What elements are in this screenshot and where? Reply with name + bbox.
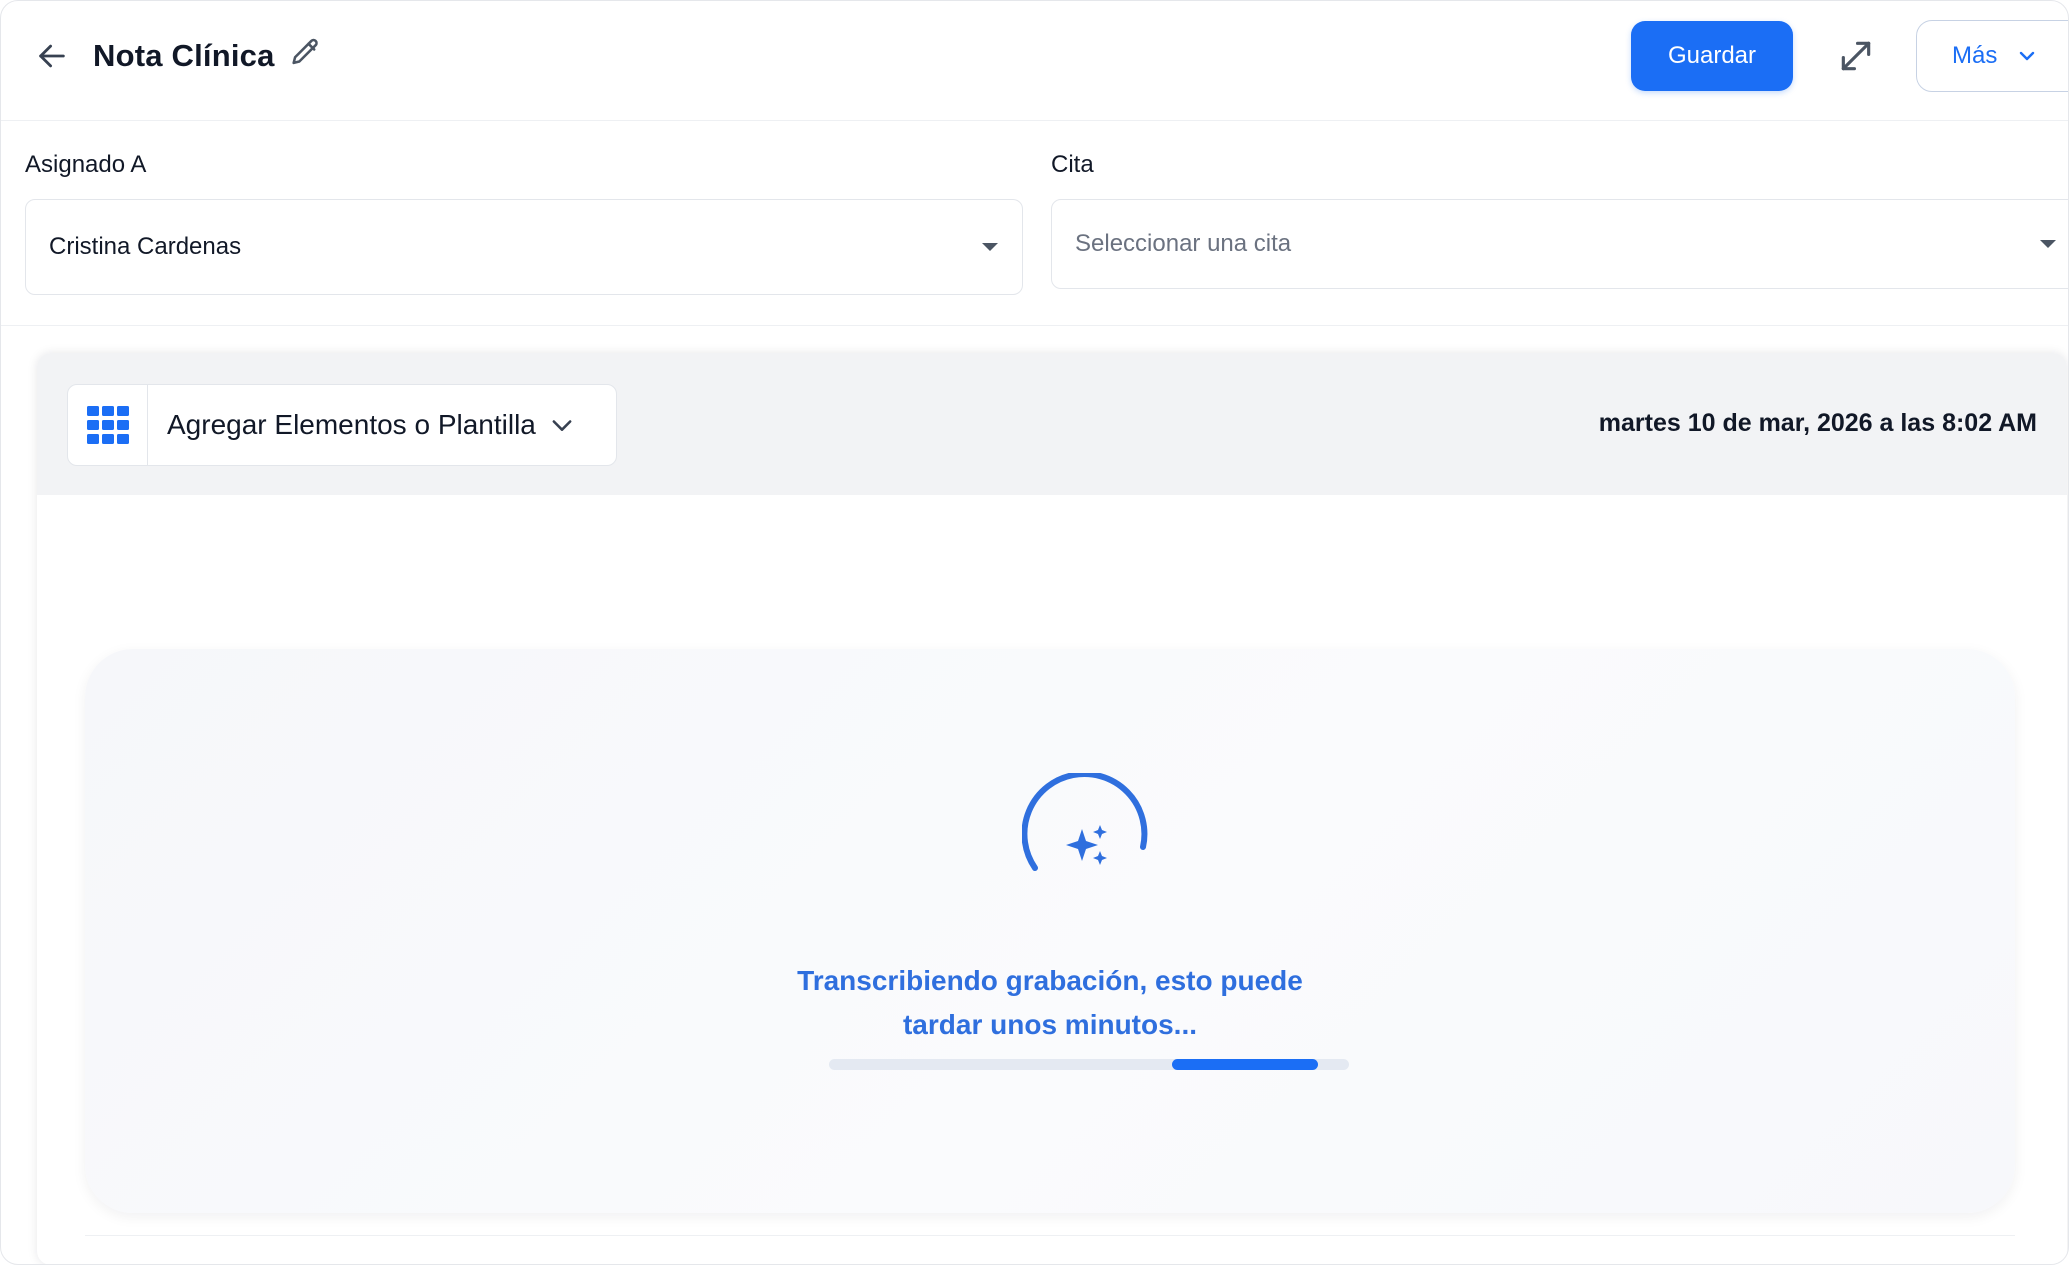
app-window: Nota Clínica Guardar Más Asignado A Cris…: [0, 0, 2069, 1265]
caret-down-icon: [982, 243, 998, 251]
appointment-placeholder: Seleccionar una cita: [1075, 230, 1292, 257]
progress-fill: [1172, 1059, 1318, 1070]
note-header: Nota Clínica Guardar Más: [1, 1, 2068, 121]
chevron-down-icon: [552, 420, 572, 431]
note-timestamp: martes 10 de mar, 2026 a las 8:02 AM: [1598, 409, 2037, 437]
note-editor: Agregar Elementos o Plantilla martes 10 …: [37, 353, 2067, 1264]
loading-spinner-icon: [1022, 773, 1148, 871]
editor-toolbar: Agregar Elementos o Plantilla martes 10 …: [37, 353, 2067, 495]
divider: [85, 1235, 2015, 1236]
pencil-icon: [292, 38, 318, 65]
arrow-left-icon: [39, 44, 65, 68]
appointment-select[interactable]: Seleccionar una cita: [1051, 199, 2068, 289]
transcription-panel: Transcribiendo grabación, esto puede tar…: [85, 649, 2015, 1213]
assigned-value: Cristina Cardenas: [49, 233, 242, 260]
template-control: Agregar Elementos o Plantilla: [67, 384, 617, 466]
assigned-select[interactable]: Cristina Cardenas: [25, 199, 1023, 295]
template-dropdown-label: Agregar Elementos o Plantilla: [167, 409, 536, 440]
more-button[interactable]: Más: [1916, 20, 2068, 92]
more-label: Más: [1952, 42, 1998, 69]
transcription-progress-bar: [829, 1059, 1349, 1070]
transcription-status: Transcribiendo grabación, esto puede tar…: [750, 959, 1350, 1047]
status-line-1: Transcribiendo grabación, esto puede: [797, 965, 1303, 996]
assigned-label: Asignado A: [25, 151, 147, 178]
chevron-down-icon: [2020, 51, 2035, 61]
sparkles-icon: [1066, 825, 1107, 865]
edit-title-button[interactable]: [285, 33, 325, 73]
save-button[interactable]: Guardar: [1631, 21, 1793, 91]
expand-button[interactable]: [1831, 31, 1881, 81]
grid-icon: [86, 406, 129, 444]
elements-grid-button[interactable]: [68, 385, 148, 465]
status-line-2: tardar unos minutos...: [902, 1009, 1198, 1040]
page-title: Nota Clínica: [93, 38, 275, 73]
note-fields: Asignado A Cristina Cardenas Cita Selecc…: [1, 121, 2068, 326]
expand-icon: [1841, 41, 1871, 71]
template-dropdown[interactable]: Agregar Elementos o Plantilla: [148, 385, 576, 465]
back-button[interactable]: [31, 35, 73, 77]
appointment-label: Cita: [1051, 151, 1094, 178]
caret-down-icon: [2040, 240, 2056, 248]
